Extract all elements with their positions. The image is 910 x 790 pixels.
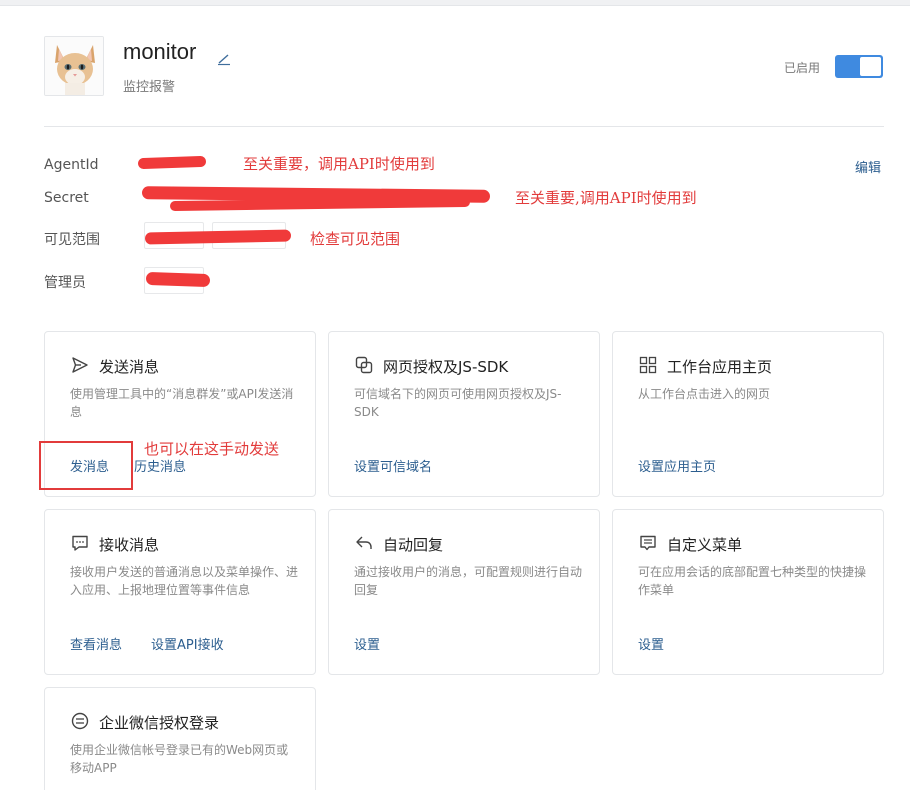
reply-icon [356, 536, 372, 549]
card-title: 网页授权及JS-SDK [383, 358, 509, 376]
secret-label: Secret [44, 190, 89, 206]
copy-icon [355, 356, 373, 374]
secret-note: 至关重要,调用API时使用到 [515, 189, 697, 207]
admin-label: 管理员 [44, 275, 86, 291]
card-description: 使用管理工具中的“消息群发”或API发送消息 [70, 387, 294, 419]
grid-icon [639, 356, 657, 374]
send-icon [72, 357, 88, 373]
card-description: 从工作台点击进入的网页 [638, 387, 771, 401]
custom-menu-settings-link[interactable]: 设置 [638, 634, 664, 653]
card-custom-menu: 自定义菜单 可在应用会话的底部配置七种类型的快捷操作菜单 设置 [612, 509, 884, 675]
card-title: 企业微信授权登录 [99, 714, 220, 732]
set-app-homepage-link[interactable]: 设置应用主页 [638, 456, 716, 475]
view-messages-link[interactable]: 查看消息 [70, 634, 122, 653]
edit-info-link[interactable]: 编辑 [855, 157, 881, 176]
set-trusted-domain-link[interactable]: 设置可信域名 [354, 456, 432, 475]
card-description: 可在应用会话的底部配置七种类型的快捷操作菜单 [638, 565, 867, 597]
card-receive-message: 接收消息 接收用户发送的普通消息以及菜单操作、进入应用、上报地理位置等事件信息 … [44, 509, 316, 675]
card-wecom-login: 企业微信授权登录 使用企业微信帐号登录已有的Web网页或移动APP [44, 687, 316, 790]
header-divider [44, 126, 884, 127]
menu-icon [640, 535, 656, 551]
card-web-auth-jssdk: 网页授权及JS-SDK 可信域名下的网页可使用网页授权及JS-SDK 设置可信域… [328, 331, 600, 497]
top-bar [0, 0, 910, 6]
enable-toggle[interactable] [835, 55, 883, 78]
card-description: 接收用户发送的普通消息以及菜单操作、进入应用、上报地理位置等事件信息 [70, 565, 299, 597]
visible-scope-label: 可见范围 [44, 232, 100, 248]
agentid-label: AgentId [44, 157, 99, 173]
set-api-receive-link[interactable]: 设置API接收 [151, 634, 224, 653]
chat-icon [72, 535, 88, 551]
cat-avatar-icon [45, 37, 103, 95]
app-avatar[interactable] [44, 36, 104, 96]
card-workbench-homepage: 工作台应用主页 从工作台点击进入的网页 设置应用主页 [612, 331, 884, 497]
card-auto-reply: 自动回复 通过接收用户的消息，可配置规则进行自动回复 设置 [328, 509, 600, 675]
card-title: 自动回复 [383, 536, 444, 554]
send-hint-annotation: 也可以在这手动发送 [144, 440, 280, 458]
login-icon [71, 712, 89, 730]
toggle-knob [860, 57, 881, 76]
admin-redaction [145, 271, 211, 288]
app-name: monitor [123, 39, 197, 64]
send-message-highlight [39, 441, 133, 490]
agentid-note: 至关重要，调用API时使用到 [243, 155, 435, 173]
status-label: 已启用 [784, 61, 821, 75]
visible-scope-note: 检查可见范围 [310, 230, 401, 248]
edit-pencil-icon[interactable] [216, 52, 232, 66]
card-description: 可信域名下的网页可使用网页授权及JS-SDK [354, 387, 562, 419]
card-title: 发送消息 [99, 358, 160, 376]
card-title: 工作台应用主页 [667, 358, 773, 376]
app-description: 监控报警 [123, 80, 176, 95]
card-title: 自定义菜单 [667, 536, 743, 554]
card-description: 使用企业微信帐号登录已有的Web网页或移动APP [70, 743, 289, 775]
auto-reply-settings-link[interactable]: 设置 [354, 634, 380, 653]
card-description: 通过接收用户的消息，可配置规则进行自动回复 [354, 565, 583, 597]
agentid-redaction [137, 155, 207, 170]
card-title: 接收消息 [99, 536, 160, 554]
